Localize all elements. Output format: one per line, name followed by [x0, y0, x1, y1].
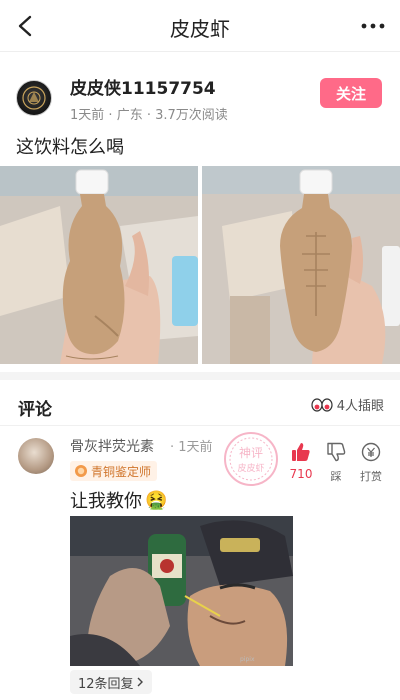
more-dots-icon [361, 23, 385, 29]
author-name[interactable]: 皮皮侠11157754 [70, 74, 216, 99]
thumbs-up-icon [292, 443, 310, 461]
comment-time: · 1天前 [170, 436, 213, 455]
drink-bottle-photo [0, 166, 198, 364]
vomit-emoji-icon: 🤮 [145, 489, 168, 511]
page-title: 皮皮虾 [170, 17, 230, 41]
bronze-medal-icon [75, 465, 87, 477]
post-views: 3.7万次阅读 [155, 108, 228, 123]
post-image-1[interactable] [0, 166, 198, 364]
top-bar: 皮皮虾 [0, 0, 400, 52]
watchers-count: 4人插眼 [336, 399, 384, 414]
post-text: 这饮料怎么喝 [16, 137, 124, 158]
post-image-2[interactable] [202, 166, 400, 364]
view-replies-button[interactable]: 12条回复 [70, 670, 152, 694]
stamp-text: 神评 [239, 446, 263, 460]
post-location: 广东 [116, 108, 143, 123]
thumbs-down-icon [327, 442, 346, 462]
more-options-button[interactable] [358, 14, 388, 38]
drink-bottle-photo [202, 166, 400, 364]
post-time: 1天前 [70, 108, 105, 123]
comment-image[interactable]: pipix [70, 516, 293, 666]
tip-label: 打赏 [360, 470, 382, 483]
tip-coin-icon [361, 442, 381, 462]
comment-text: 让我教你 🤮 [70, 487, 167, 513]
post-images [0, 166, 400, 364]
post-meta: 1天前 · 广东 · 3.7万次阅读 [70, 104, 228, 123]
commenter-badge[interactable]: 青铜鉴定师 [70, 461, 158, 481]
like-count: 710 [289, 467, 313, 481]
comments-title: 评论 [18, 400, 52, 420]
badge-label: 青铜鉴定师 [91, 464, 152, 479]
comment-text-value: 让我教你 [70, 491, 142, 512]
post-header: 皮皮侠11157754 1天前 · 广东 · 3.7万次阅读 关注 [0, 62, 400, 128]
avatar-emblem-icon [22, 86, 46, 110]
comments-header: 评论 4人插眼 [0, 380, 400, 426]
meta-separator: · [146, 108, 156, 123]
anime-meme-image: pipix [70, 516, 293, 666]
section-divider [0, 372, 400, 380]
dislike-button[interactable]: 踩 [322, 442, 350, 484]
meta-separator: · [108, 108, 117, 123]
tip-button[interactable]: 打赏 [356, 442, 386, 484]
watch-button[interactable]: 4人插眼 [311, 395, 384, 414]
like-button[interactable]: 710 [287, 442, 315, 481]
image-watermark: pipix [240, 656, 255, 663]
commenter-avatar[interactable] [18, 438, 54, 474]
god-comment-stamp: 神评 皮皮虾 [224, 432, 278, 486]
dislike-label: 踩 [330, 470, 342, 483]
comment-time-value: 1天前 [178, 440, 213, 455]
chevron-right-icon [137, 677, 143, 687]
stamp-subtext: 皮皮虾 [237, 462, 264, 474]
author-avatar[interactable] [16, 80, 52, 116]
commenter-name[interactable]: 骨灰拌荧光素 [70, 436, 154, 456]
follow-button[interactable]: 关注 [320, 78, 382, 108]
replies-label: 12条回复 [78, 676, 134, 692]
eyes-icon [311, 397, 333, 412]
comment-item: 骨灰拌荧光素 · 1天前 青铜鉴定师 神评 皮皮虾 710 踩 打赏 让我教你 … [0, 430, 400, 700]
